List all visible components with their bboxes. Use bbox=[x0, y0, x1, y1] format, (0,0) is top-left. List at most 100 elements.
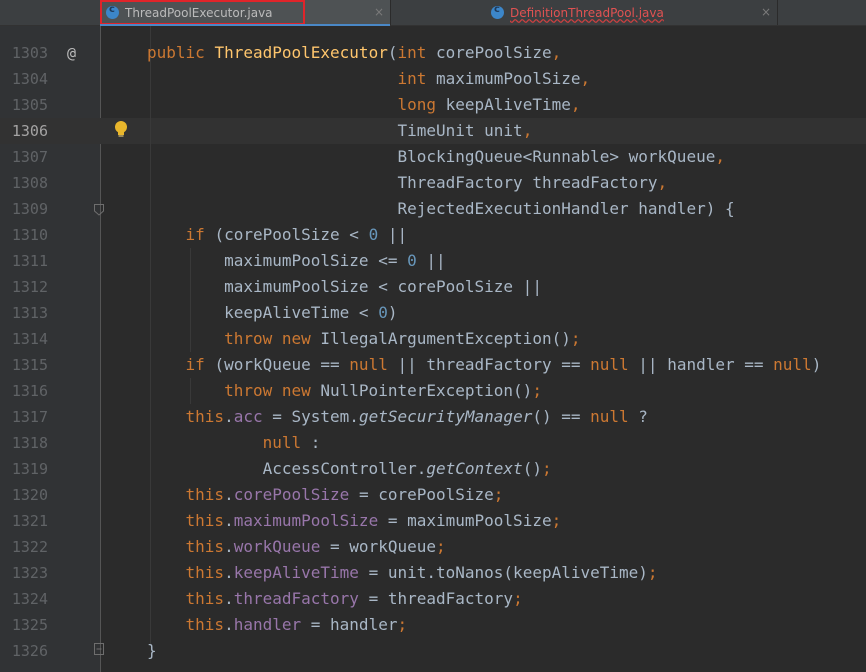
code-token: = System. bbox=[272, 407, 359, 426]
code-line[interactable]: null : bbox=[147, 430, 321, 456]
line-number: 1304 bbox=[11, 70, 48, 88]
code-token: , bbox=[580, 69, 591, 88]
code-token: = workQueue bbox=[330, 537, 436, 556]
code-line[interactable]: this.handler = handler; bbox=[147, 612, 408, 638]
code-token: this bbox=[185, 563, 225, 582]
code-line[interactable]: keepAliveTime < 0) bbox=[147, 300, 397, 326]
code-line[interactable]: this.maximumPoolSize = maximumPoolSize; bbox=[147, 508, 562, 534]
code-token: acc bbox=[233, 407, 273, 426]
code-line[interactable]: } bbox=[147, 638, 157, 664]
code-token: this bbox=[185, 615, 225, 634]
line-number: 1317 bbox=[11, 408, 48, 426]
code-token: BlockingQueue<Runnable> workQueue bbox=[397, 147, 716, 166]
editor-tab-bar: ThreadPoolExecutor.java × DefinitionThre… bbox=[0, 0, 866, 26]
code-token: null bbox=[262, 433, 311, 452]
code-token: null bbox=[773, 355, 812, 374]
code-token: maximumPoolSize <= bbox=[224, 251, 408, 270]
line-number: 1311 bbox=[11, 252, 48, 270]
code-token: ThreadPoolExecutor bbox=[214, 43, 388, 62]
code-line[interactable]: this.acc = System.getSecurityManager() =… bbox=[147, 404, 648, 430]
code-line[interactable]: TimeUnit unit, bbox=[147, 118, 532, 144]
override-marker-icon[interactable]: @ bbox=[67, 43, 76, 63]
code-token: getSecurityManager bbox=[358, 407, 533, 426]
code-line[interactable]: long keepAliveTime, bbox=[147, 92, 581, 118]
code-token: RejectedExecutionHandler handler) { bbox=[397, 199, 735, 218]
code-line[interactable]: RejectedExecutionHandler handler) { bbox=[147, 196, 735, 222]
code-token: = threadFactory bbox=[368, 589, 514, 608]
code-token: null bbox=[349, 355, 398, 374]
code-token: || bbox=[416, 251, 446, 270]
code-token: handler bbox=[233, 615, 311, 634]
code-line[interactable]: AccessController.getContext(); bbox=[147, 456, 552, 482]
lightbulb-icon[interactable] bbox=[114, 120, 128, 138]
line-number: 1322 bbox=[11, 538, 48, 556]
code-line[interactable]: int maximumPoolSize, bbox=[147, 66, 590, 92]
line-number: 1326 bbox=[11, 642, 48, 660]
code-token: ; bbox=[532, 381, 542, 400]
code-token: , bbox=[551, 43, 562, 62]
code-line[interactable]: maximumPoolSize <= 0 || bbox=[147, 248, 446, 274]
code-line[interactable]: if (workQueue == null || threadFactory =… bbox=[147, 352, 822, 378]
code-token: throw new bbox=[224, 381, 321, 400]
code-line[interactable]: if (corePoolSize < 0 || bbox=[147, 222, 408, 248]
code-token: = maximumPoolSize bbox=[387, 511, 552, 530]
code-token: threadFactory bbox=[233, 589, 369, 608]
code-token: ; bbox=[570, 329, 581, 348]
code-line[interactable]: this.corePoolSize = corePoolSize; bbox=[147, 482, 504, 508]
code-line[interactable]: this.threadFactory = threadFactory; bbox=[147, 586, 523, 612]
code-token: || threadFactory == bbox=[397, 355, 591, 374]
code-token: int bbox=[397, 43, 436, 62]
line-number: 1315 bbox=[11, 356, 48, 374]
code-token: = unit.toNanos(keepAliveTime) bbox=[368, 563, 648, 582]
code-token: ? bbox=[638, 407, 648, 426]
code-line[interactable]: public ThreadPoolExecutor(int corePoolSi… bbox=[147, 40, 561, 66]
code-line[interactable]: this.keepAliveTime = unit.toNanos(keepAl… bbox=[147, 560, 658, 586]
code-token: (corePoolSize < bbox=[214, 225, 369, 244]
code-token: ) bbox=[811, 355, 822, 374]
line-number: 1313 bbox=[11, 304, 48, 322]
code-token: maximumPoolSize bbox=[435, 69, 581, 88]
code-token: , bbox=[570, 95, 581, 114]
code-line[interactable]: ThreadFactory threadFactory, bbox=[147, 170, 667, 196]
code-token: throw new bbox=[224, 329, 321, 348]
code-token: ; bbox=[551, 511, 562, 530]
code-line[interactable]: throw new IllegalArgumentException(); bbox=[147, 326, 580, 352]
fold-marker-icon[interactable] bbox=[94, 643, 104, 655]
code-token: ) bbox=[387, 303, 398, 322]
code-line[interactable]: BlockingQueue<Runnable> workQueue, bbox=[147, 144, 725, 170]
tab-threadpoolexecutor[interactable]: ThreadPoolExecutor.java × bbox=[100, 0, 390, 26]
code-token: ; bbox=[493, 485, 504, 504]
code-token: this bbox=[185, 511, 225, 530]
fold-marker-icon[interactable] bbox=[94, 204, 104, 216]
code-line[interactable]: throw new NullPointerException(); bbox=[147, 378, 542, 404]
code-token: keepAliveTime < bbox=[224, 303, 379, 322]
code-line[interactable]: this.workQueue = workQueue; bbox=[147, 534, 446, 560]
code-line[interactable]: maximumPoolSize < corePoolSize || bbox=[147, 274, 542, 300]
tab-label: DefinitionThreadPool.java bbox=[510, 5, 664, 20]
close-icon[interactable]: × bbox=[374, 5, 384, 19]
code-token: . bbox=[224, 511, 234, 530]
highlight-frame bbox=[100, 0, 305, 25]
code-token: this bbox=[185, 537, 225, 556]
tab-definitionthreadpool[interactable]: DefinitionThreadPool.java × bbox=[483, 0, 777, 25]
code-token: () bbox=[522, 459, 542, 478]
line-number: 1321 bbox=[11, 512, 48, 530]
code-token: this bbox=[185, 485, 225, 504]
code-token: TimeUnit unit bbox=[397, 121, 523, 140]
code-token: AccessController. bbox=[262, 459, 427, 478]
line-number: 1309 bbox=[11, 200, 48, 218]
close-icon[interactable]: × bbox=[761, 5, 771, 19]
